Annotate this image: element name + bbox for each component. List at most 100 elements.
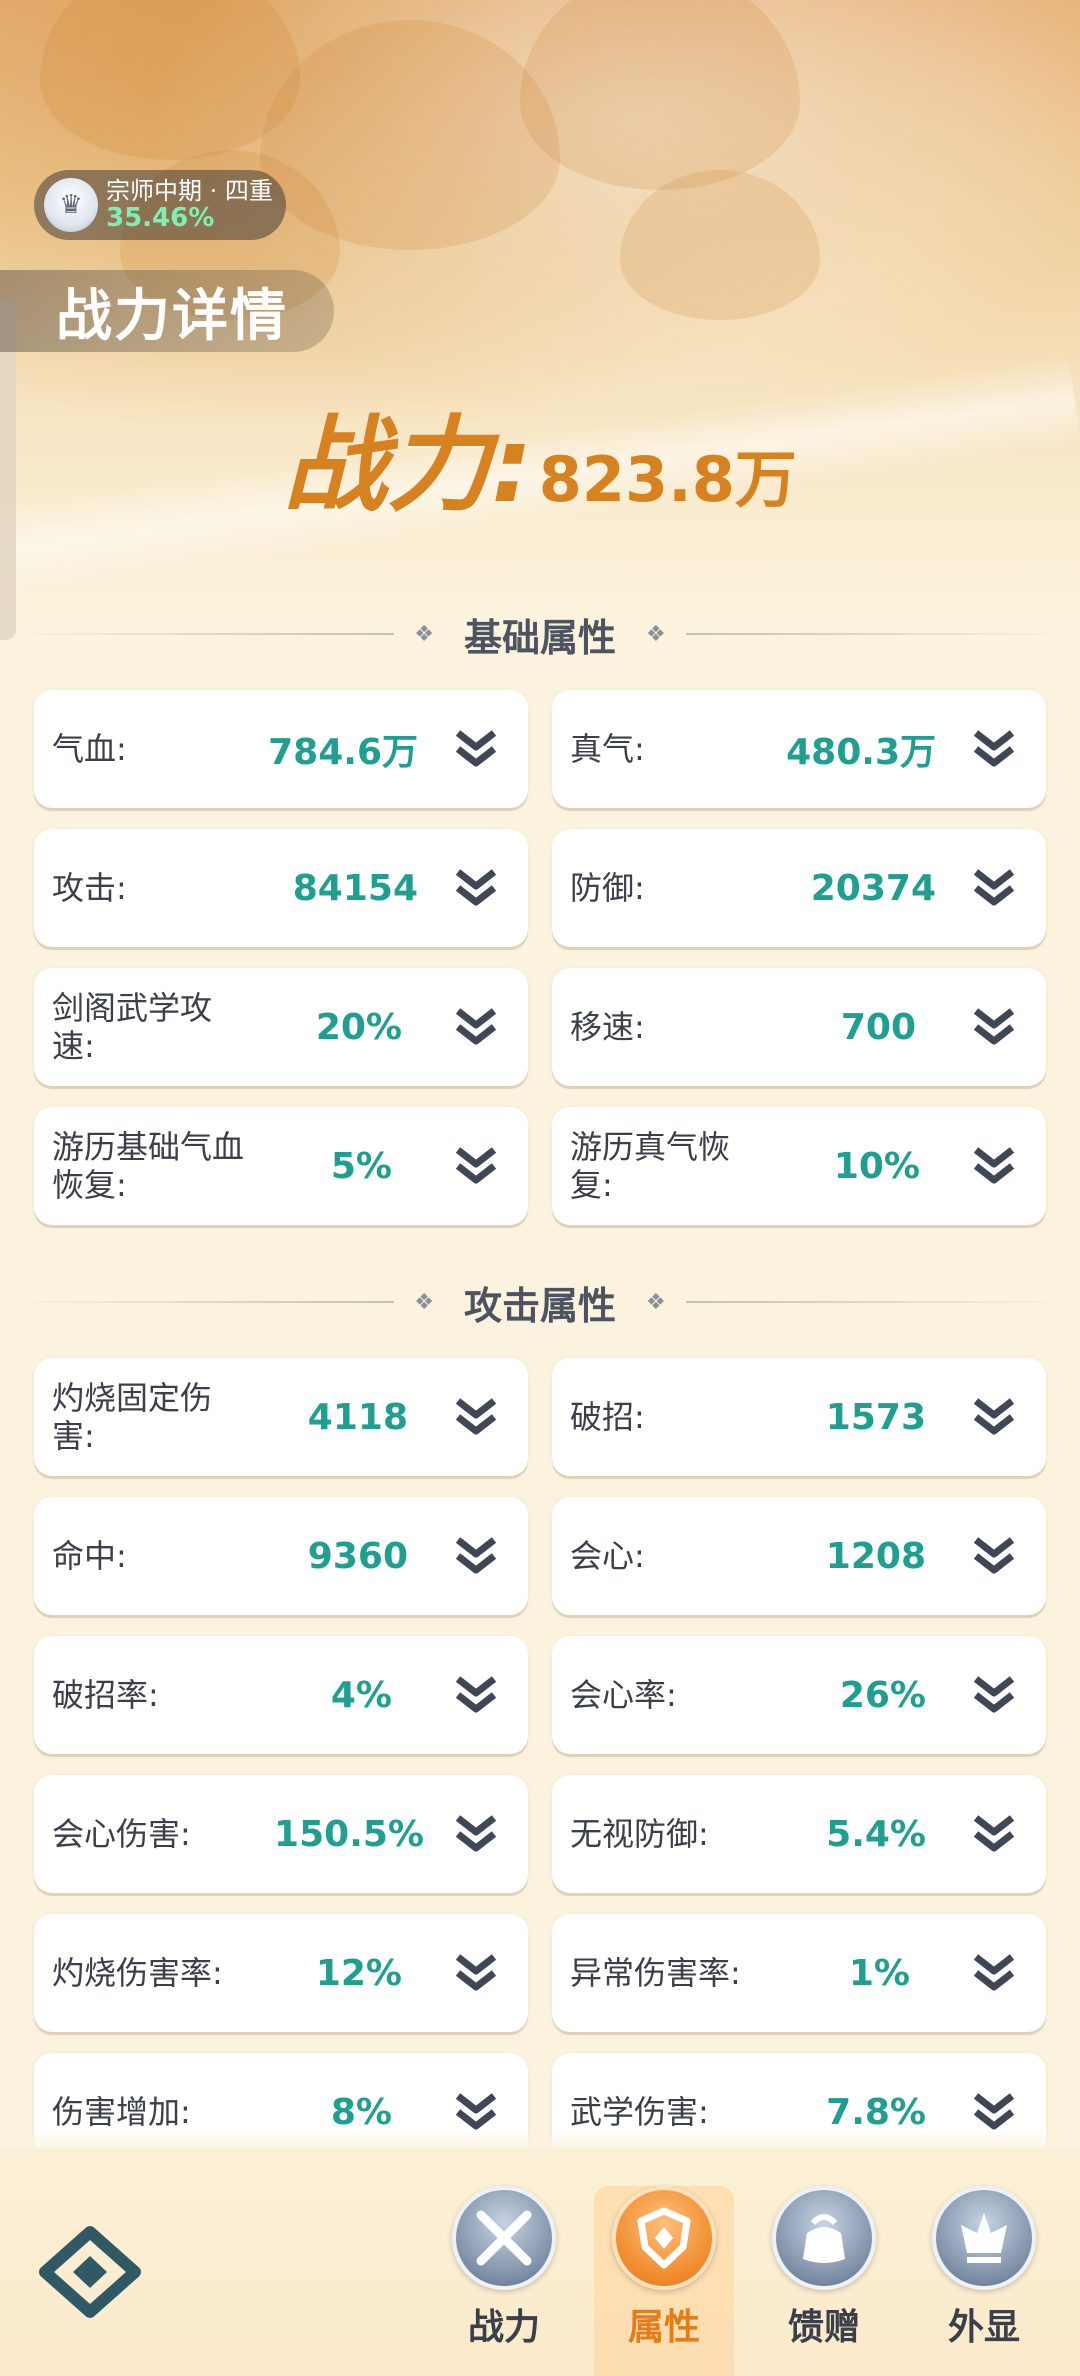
stat-card[interactable]: 攻击: 84154	[34, 829, 528, 947]
stat-card[interactable]: 命中: 9360	[34, 1497, 528, 1615]
stat-value: 20%	[315, 1006, 402, 1048]
stat-name: 破招:	[570, 1397, 645, 1436]
realm-badge[interactable]: ♛ 宗师中期 · 四重 35.46%	[34, 170, 286, 240]
stat-value: 1573	[825, 1396, 926, 1438]
stat-card[interactable]: 真气: 480.3万	[552, 690, 1046, 808]
stat-name: 游历基础气血恢复:	[52, 1127, 245, 1204]
stat-name: 剑阁武学攻速:	[52, 988, 213, 1065]
power-label: 战力:	[283, 404, 533, 526]
stat-card[interactable]: 防御: 20374	[552, 829, 1046, 947]
chevron-down-icon[interactable]	[966, 1528, 1022, 1584]
stat-name: 会心:	[570, 1536, 645, 1575]
page-title-pill: 战力详情	[0, 270, 334, 352]
stat-card[interactable]: 无视防御: 5.4%	[552, 1775, 1046, 1893]
stat-value: 480.3万	[786, 732, 936, 773]
tab-label: 属性	[627, 2307, 700, 2348]
chevron-down-icon[interactable]	[966, 860, 1022, 916]
stat-name: 灼烧伤害率:	[52, 1953, 223, 1992]
tab-gifts[interactable]: 馈赠	[754, 2186, 894, 2376]
realm-name: 宗师中期 · 四重	[106, 176, 273, 205]
stat-value: 20374	[810, 867, 936, 909]
stat-value: 4%	[330, 1674, 392, 1716]
stat-card[interactable]: 会心率: 26%	[552, 1636, 1046, 1754]
stat-name: 游历真气恢复:	[570, 1127, 731, 1204]
stat-name: 气血:	[52, 729, 127, 768]
stat-card[interactable]: 破招: 1573	[552, 1358, 1046, 1476]
stat-value: 700	[840, 1006, 916, 1048]
stat-name: 武学伤害:	[570, 2092, 709, 2131]
chevron-down-icon[interactable]	[966, 721, 1022, 777]
chevron-down-icon[interactable]	[448, 1138, 504, 1194]
stat-card[interactable]: 会心伤害: 150.5%	[34, 1775, 528, 1893]
section-header-basic: ❖ 基础属性 ❖	[34, 604, 1047, 664]
stat-card[interactable]: 移速: 700	[552, 968, 1046, 1086]
stat-value: 5%	[330, 1145, 392, 1187]
stat-value: 12%	[315, 1952, 402, 1994]
tab-label: 外显	[947, 2307, 1020, 2348]
stat-value: 10%	[833, 1145, 920, 1187]
stat-value: 8%	[330, 2091, 392, 2133]
power-value: 823.8万	[538, 443, 797, 516]
stat-value: 150.5%	[274, 1813, 424, 1855]
tab-appearance[interactable]: 外显	[914, 2186, 1054, 2376]
chevron-down-icon[interactable]	[966, 1667, 1022, 1723]
stat-name: 会心伤害:	[52, 1814, 191, 1853]
stat-value: 4118	[307, 1396, 408, 1438]
tab-attributes[interactable]: 属性	[594, 2186, 734, 2376]
chevron-down-icon[interactable]	[448, 860, 504, 916]
section-title: 基础属性	[464, 615, 617, 660]
stat-name: 攻击:	[52, 868, 127, 907]
stat-card[interactable]: 会心: 1208	[552, 1497, 1046, 1615]
power-summary: 战力:823.8万	[0, 380, 1080, 531]
stat-card[interactable]: 灼烧固定伤害: 4118	[34, 1358, 528, 1476]
chevron-down-icon[interactable]	[448, 1667, 504, 1723]
chevron-down-icon[interactable]	[448, 999, 504, 1055]
stat-value: 7.8%	[826, 2091, 926, 2133]
chevron-down-icon[interactable]	[966, 999, 1022, 1055]
tab-label: 战力	[467, 2307, 540, 2348]
shield-icon	[612, 2186, 716, 2290]
stat-card[interactable]: 破招率: 4%	[34, 1636, 528, 1754]
stat-value: 84154	[292, 867, 418, 909]
stat-value: 9360	[307, 1535, 408, 1577]
stat-name: 破招率:	[52, 1675, 159, 1714]
realm-progress: 35.46%	[106, 202, 215, 233]
stat-name: 伤害增加:	[52, 2092, 191, 2131]
stat-card[interactable]: 游历基础气血恢复: 5%	[34, 1107, 528, 1225]
stat-name: 真气:	[570, 729, 645, 768]
diamond-icon: ❖	[414, 1289, 434, 1315]
chevron-down-icon[interactable]	[448, 1806, 504, 1862]
chevron-down-icon[interactable]	[448, 1528, 504, 1584]
stat-name: 移速:	[570, 1007, 645, 1046]
tab-power[interactable]: 战力	[434, 2186, 574, 2376]
section-title: 攻击属性	[464, 1283, 617, 1328]
stat-name: 命中:	[52, 1536, 127, 1575]
stat-name: 会心率:	[570, 1675, 677, 1714]
stat-name: 灼烧固定伤害:	[52, 1378, 213, 1455]
stat-name: 无视防御:	[570, 1814, 709, 1853]
stat-name: 防御:	[570, 868, 645, 907]
chevron-down-icon[interactable]	[966, 1138, 1022, 1194]
chevron-down-icon[interactable]	[966, 1389, 1022, 1445]
crown-wing-icon	[932, 2186, 1036, 2290]
stat-card[interactable]: 剑阁武学攻速: 20%	[34, 968, 528, 1086]
gift-bag-icon	[772, 2186, 876, 2290]
chevron-down-icon[interactable]	[448, 1389, 504, 1445]
stat-name: 异常伤害率:	[570, 1953, 741, 1992]
stat-value: 1208	[825, 1535, 926, 1577]
stat-card[interactable]: 异常伤害率: 1%	[552, 1914, 1046, 2032]
chevron-down-icon[interactable]	[448, 1945, 504, 2001]
chevron-down-icon[interactable]	[448, 721, 504, 777]
stat-value: 5.4%	[826, 1813, 926, 1855]
stat-value: 1%	[848, 1952, 910, 1994]
section-header-attack: ❖ 攻击属性 ❖	[34, 1272, 1047, 1332]
stat-card[interactable]: 气血: 784.6万	[34, 690, 528, 808]
chevron-down-icon[interactable]	[966, 1806, 1022, 1862]
stat-card[interactable]: 灼烧伤害率: 12%	[34, 1914, 528, 2032]
chevron-down-icon[interactable]	[966, 1945, 1022, 2001]
home-icon[interactable]	[34, 2222, 146, 2322]
diamond-icon: ❖	[646, 621, 666, 647]
swords-icon	[452, 2186, 556, 2290]
stat-card[interactable]: 游历真气恢复: 10%	[552, 1107, 1046, 1225]
stat-value: 784.6万	[268, 732, 418, 773]
